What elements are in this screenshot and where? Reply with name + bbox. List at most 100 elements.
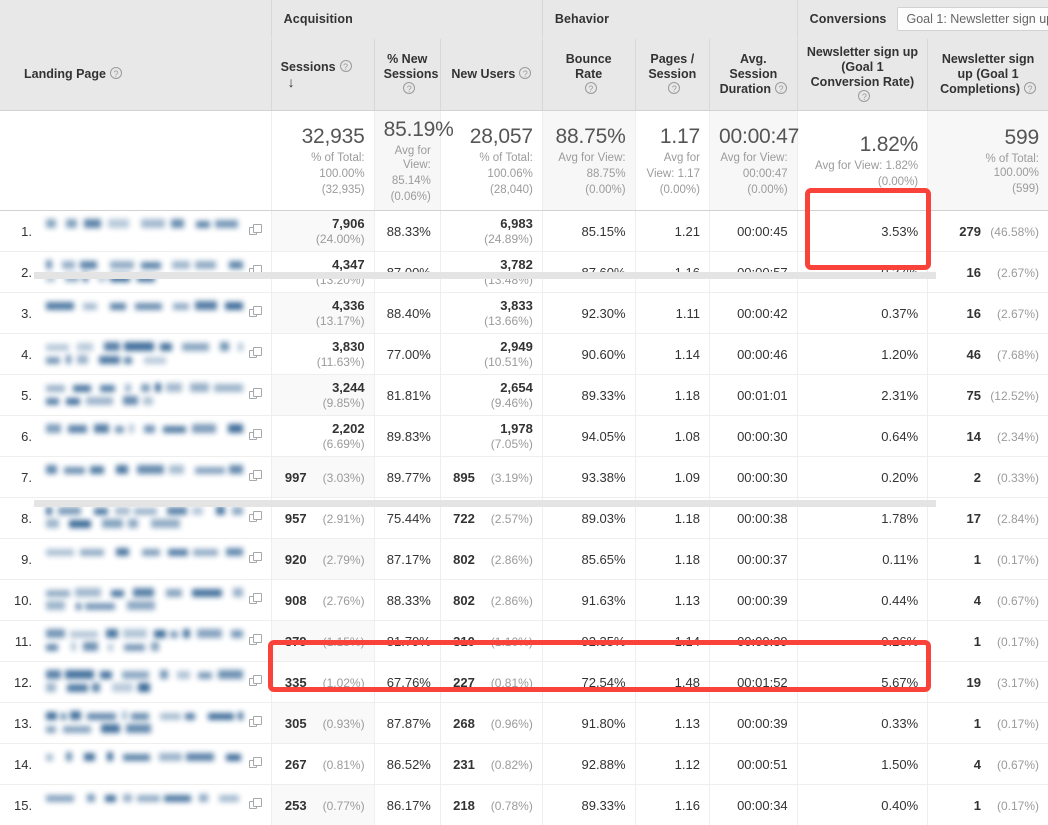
table-row[interactable]: 15.253(0.77%)86.17%218(0.78%)89.33%1.160… <box>0 785 1048 825</box>
cell-avg-session-duration: 00:00:46 <box>709 334 797 375</box>
landing-page-cell[interactable]: 11. <box>0 621 271 662</box>
summary-completions-line2: (599) <box>937 182 1039 196</box>
column-header-sessions[interactable]: Sessions?↓ <box>271 39 374 111</box>
row-index: 14. <box>14 757 44 772</box>
summary-bounce-value: 88.75% <box>552 124 626 149</box>
table-row[interactable]: 5.3,244(9.85%)81.81%2,654(9.46%)89.33%1.… <box>0 375 1048 416</box>
landing-page-cell[interactable]: 1. <box>0 211 271 252</box>
table-row[interactable]: 9.920(2.79%)87.17%802(2.86%)85.65%1.1800… <box>0 539 1048 580</box>
column-header-bounce-rate[interactable]: Bounce Rate? <box>542 39 635 111</box>
cell-pct-new-sessions: 77.00% <box>374 334 440 375</box>
cell-goal-completions: 2(0.33%) <box>928 457 1048 498</box>
summary-new-users: 28,057 % of Total: 100.06% (28,040) <box>440 111 542 211</box>
open-in-new-window-icon[interactable] <box>249 552 263 566</box>
row-index: 3. <box>14 306 44 321</box>
cell-avg-session-duration: 00:00:45 <box>709 211 797 252</box>
table-row[interactable]: 12.335(1.02%)67.76%227(0.81%)72.54%1.480… <box>0 662 1048 703</box>
open-in-new-window-icon[interactable] <box>249 470 263 484</box>
open-in-new-window-icon[interactable] <box>249 511 263 525</box>
cell-pct-new-sessions: 88.33% <box>374 211 440 252</box>
open-in-new-window-icon[interactable] <box>249 634 263 648</box>
summary-duration-line3: (0.00%) <box>719 183 788 197</box>
summary-conv-rate-value: 1.82% <box>807 132 918 157</box>
summary-sessions-line3: (32,935) <box>281 183 365 197</box>
table-row[interactable]: 6.2,202(6.69%)89.83%1,978(7.05%)94.05%1.… <box>0 416 1048 457</box>
table-row[interactable]: 11.379(1.15%)81.79%310(1.10%)92.35%1.140… <box>0 621 1048 662</box>
landing-page-cell[interactable]: 12. <box>0 662 271 703</box>
cell-bounce-rate: 72.54% <box>542 662 635 703</box>
column-header-goal-completions[interactable]: Newsletter sign up (Goal 1 Completions)? <box>928 39 1048 111</box>
open-in-new-window-icon[interactable] <box>249 306 263 320</box>
cell-pages-session: 1.13 <box>635 703 709 744</box>
question-mark-icon[interactable]: ? <box>1024 82 1036 94</box>
cell-pct-new-sessions: 81.79% <box>374 621 440 662</box>
summary-sessions: 32,935 % of Total: 100.00% (32,935) <box>271 111 374 211</box>
landing-page-cell[interactable]: 15. <box>0 785 271 825</box>
cell-pages-session: 1.08 <box>635 416 709 457</box>
question-mark-icon[interactable]: ? <box>775 82 787 94</box>
table-row[interactable]: 3.4,336(13.17%)88.40%3,833(13.66%)92.30%… <box>0 293 1048 334</box>
landing-page-url-redacted <box>44 504 243 532</box>
open-in-new-window-icon[interactable] <box>249 675 263 689</box>
summary-new-users-value: 28,057 <box>450 124 533 149</box>
cell-avg-session-duration: 00:00:30 <box>709 457 797 498</box>
open-in-new-window-icon[interactable] <box>249 757 263 771</box>
cell-new-users: 2,654(9.46%) <box>440 375 542 416</box>
summary-bounce-line2: 88.75% <box>552 167 626 181</box>
question-mark-icon[interactable]: ? <box>858 90 870 102</box>
table-row[interactable]: 13.305(0.93%)87.87%268(0.96%)91.80%1.130… <box>0 703 1048 744</box>
cell-pages-session: 1.11 <box>635 293 709 334</box>
cell-avg-session-duration: 00:00:39 <box>709 621 797 662</box>
open-in-new-window-icon[interactable] <box>249 593 263 607</box>
landing-page-url-redacted <box>44 586 243 614</box>
open-in-new-window-icon[interactable] <box>249 224 263 238</box>
column-header-landing-page[interactable]: Landing Page? <box>0 39 271 111</box>
open-in-new-window-icon[interactable] <box>249 347 263 361</box>
question-mark-icon[interactable]: ? <box>668 82 680 94</box>
cell-sessions: 7,906(24.00%) <box>271 211 374 252</box>
goal-select[interactable]: Goal 1: Newsletter sign up <box>897 7 1048 31</box>
open-in-new-window-icon[interactable] <box>249 388 263 402</box>
column-header-new-users[interactable]: New Users? <box>440 39 542 111</box>
landing-page-group-cell <box>0 0 271 39</box>
landing-page-url-redacted <box>44 791 243 819</box>
summary-sessions-value: 32,935 <box>281 124 365 149</box>
summary-pct-new-line2: 85.14% <box>384 174 431 188</box>
landing-page-cell[interactable]: 6. <box>0 416 271 457</box>
cell-goal-conv-rate: 0.26% <box>797 621 927 662</box>
landing-page-cell[interactable]: 3. <box>0 293 271 334</box>
cell-new-users: 227(0.81%) <box>440 662 542 703</box>
table-row[interactable]: 7.997(3.03%)89.77%895(3.19%)93.38%1.0900… <box>0 457 1048 498</box>
landing-page-url-redacted <box>44 709 243 737</box>
landing-page-cell[interactable]: 10. <box>0 580 271 621</box>
table-row[interactable]: 10.908(2.76%)88.33%802(2.86%)91.63%1.130… <box>0 580 1048 621</box>
column-header-goal-conv-rate[interactable]: Newsletter sign up (Goal 1 Conversion Ra… <box>797 39 927 111</box>
column-header-pages-session[interactable]: Pages / Session? <box>635 39 709 111</box>
cell-new-users: 268(0.96%) <box>440 703 542 744</box>
question-mark-icon[interactable]: ? <box>110 67 122 79</box>
table-row[interactable]: 1.7,906(24.00%)88.33%6,983(24.89%)85.15%… <box>0 211 1048 252</box>
cell-bounce-rate: 90.60% <box>542 334 635 375</box>
cell-goal-conv-rate: 1.20% <box>797 334 927 375</box>
landing-page-cell[interactable]: 7. <box>0 457 271 498</box>
table-row[interactable]: 14.267(0.81%)86.52%231(0.82%)92.88%1.120… <box>0 744 1048 785</box>
table-row[interactable]: 4.3,830(11.63%)77.00%2,949(10.51%)90.60%… <box>0 334 1048 375</box>
open-in-new-window-icon[interactable] <box>249 429 263 443</box>
question-mark-icon[interactable]: ? <box>519 67 531 79</box>
question-mark-icon[interactable]: ? <box>585 82 597 94</box>
landing-page-cell[interactable]: 9. <box>0 539 271 580</box>
column-header-avg-session-duration[interactable]: Avg. Session Duration? <box>709 39 797 111</box>
landing-page-cell[interactable]: 4. <box>0 334 271 375</box>
landing-page-cell[interactable]: 13. <box>0 703 271 744</box>
cell-pct-new-sessions: 89.77% <box>374 457 440 498</box>
question-mark-icon[interactable]: ? <box>403 82 415 94</box>
open-in-new-window-icon[interactable] <box>249 716 263 730</box>
landing-page-cell[interactable]: 14. <box>0 744 271 785</box>
landing-page-url-redacted <box>44 340 243 368</box>
column-header-pct-new-sessions[interactable]: % New Sessions? <box>374 39 440 111</box>
landing-page-url-redacted <box>44 463 243 491</box>
cell-goal-conv-rate: 2.31% <box>797 375 927 416</box>
landing-page-cell[interactable]: 5. <box>0 375 271 416</box>
sort-descending-arrow-icon[interactable]: ↓ <box>288 75 295 90</box>
question-mark-icon[interactable]: ? <box>340 60 352 72</box>
